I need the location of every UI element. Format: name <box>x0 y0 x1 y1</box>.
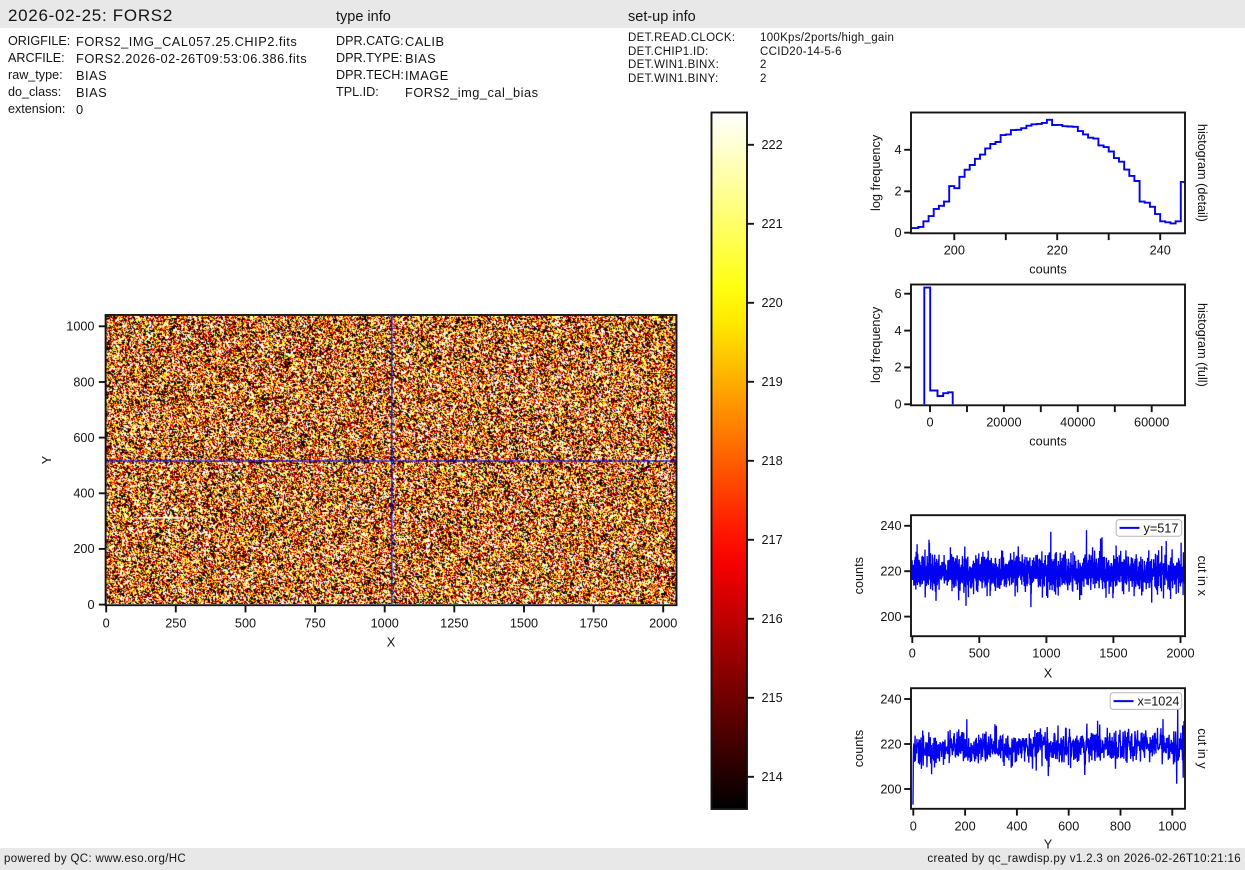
svg-text:218: 218 <box>762 454 783 468</box>
svg-text:1250: 1250 <box>440 617 468 631</box>
svg-text:counts: counts <box>1029 263 1066 277</box>
svg-text:0: 0 <box>103 617 110 631</box>
svg-text:240: 240 <box>1150 244 1171 258</box>
svg-text:240: 240 <box>880 692 901 706</box>
svg-text:250: 250 <box>165 617 186 631</box>
svg-text:log frequency: log frequency <box>869 306 883 383</box>
svg-text:219: 219 <box>762 375 783 389</box>
svg-text:4: 4 <box>894 143 901 157</box>
svg-text:histogram (detail): histogram (detail) <box>1195 124 1209 222</box>
svg-text:0: 0 <box>926 416 933 430</box>
svg-text:2: 2 <box>894 361 901 375</box>
svg-text:60000: 60000 <box>1134 416 1169 430</box>
svg-text:counts: counts <box>852 730 866 767</box>
svg-text:0: 0 <box>894 226 901 240</box>
svg-text:y=517: y=517 <box>1144 521 1179 535</box>
svg-text:Y: Y <box>1044 838 1053 852</box>
svg-text:0: 0 <box>910 820 917 834</box>
svg-text:2: 2 <box>894 185 901 199</box>
svg-text:214: 214 <box>762 770 783 784</box>
svg-text:200: 200 <box>955 820 976 834</box>
svg-text:600: 600 <box>1058 820 1079 834</box>
svg-text:200: 200 <box>944 244 965 258</box>
svg-text:220: 220 <box>880 565 901 579</box>
svg-text:Y: Y <box>40 455 54 464</box>
svg-text:counts: counts <box>1029 435 1066 449</box>
svg-text:800: 800 <box>1110 820 1131 834</box>
svg-text:2000: 2000 <box>649 617 677 631</box>
svg-text:221: 221 <box>762 217 783 231</box>
svg-text:cut in x: cut in x <box>1195 556 1209 597</box>
svg-text:cut in y: cut in y <box>1195 728 1209 769</box>
svg-text:750: 750 <box>305 617 326 631</box>
svg-text:216: 216 <box>762 612 783 626</box>
svg-text:2000: 2000 <box>1166 647 1194 661</box>
svg-text:200: 200 <box>880 610 901 624</box>
svg-text:400: 400 <box>1006 820 1027 834</box>
svg-text:40000: 40000 <box>1060 416 1095 430</box>
svg-text:log frequency: log frequency <box>869 134 883 211</box>
svg-text:600: 600 <box>73 431 94 445</box>
svg-text:1500: 1500 <box>510 617 538 631</box>
svg-text:800: 800 <box>73 375 94 389</box>
svg-text:220: 220 <box>1047 244 1068 258</box>
svg-text:6: 6 <box>894 287 901 301</box>
svg-text:X: X <box>1044 667 1053 681</box>
svg-text:counts: counts <box>852 557 866 594</box>
svg-text:400: 400 <box>73 487 94 501</box>
svg-text:220: 220 <box>880 737 901 751</box>
svg-text:1000: 1000 <box>66 320 94 334</box>
svg-text:x=1024: x=1024 <box>1138 695 1180 709</box>
svg-text:500: 500 <box>969 647 990 661</box>
svg-text:220: 220 <box>762 296 783 310</box>
svg-text:240: 240 <box>880 519 901 533</box>
svg-text:0: 0 <box>87 598 94 612</box>
svg-text:1750: 1750 <box>579 617 607 631</box>
svg-text:1000: 1000 <box>1032 647 1060 661</box>
svg-text:4: 4 <box>894 324 901 338</box>
svg-text:0: 0 <box>894 398 901 412</box>
svg-text:200: 200 <box>73 542 94 556</box>
svg-text:1500: 1500 <box>1099 647 1127 661</box>
svg-text:222: 222 <box>762 138 783 152</box>
svg-text:215: 215 <box>762 691 783 705</box>
svg-text:20000: 20000 <box>986 416 1021 430</box>
svg-text:X: X <box>387 636 396 650</box>
svg-text:1000: 1000 <box>1158 820 1186 834</box>
svg-text:217: 217 <box>762 533 783 547</box>
svg-text:1000: 1000 <box>371 617 399 631</box>
svg-text:500: 500 <box>235 617 256 631</box>
svg-text:histogram (full): histogram (full) <box>1195 303 1209 387</box>
svg-text:200: 200 <box>880 782 901 796</box>
svg-text:0: 0 <box>909 647 916 661</box>
